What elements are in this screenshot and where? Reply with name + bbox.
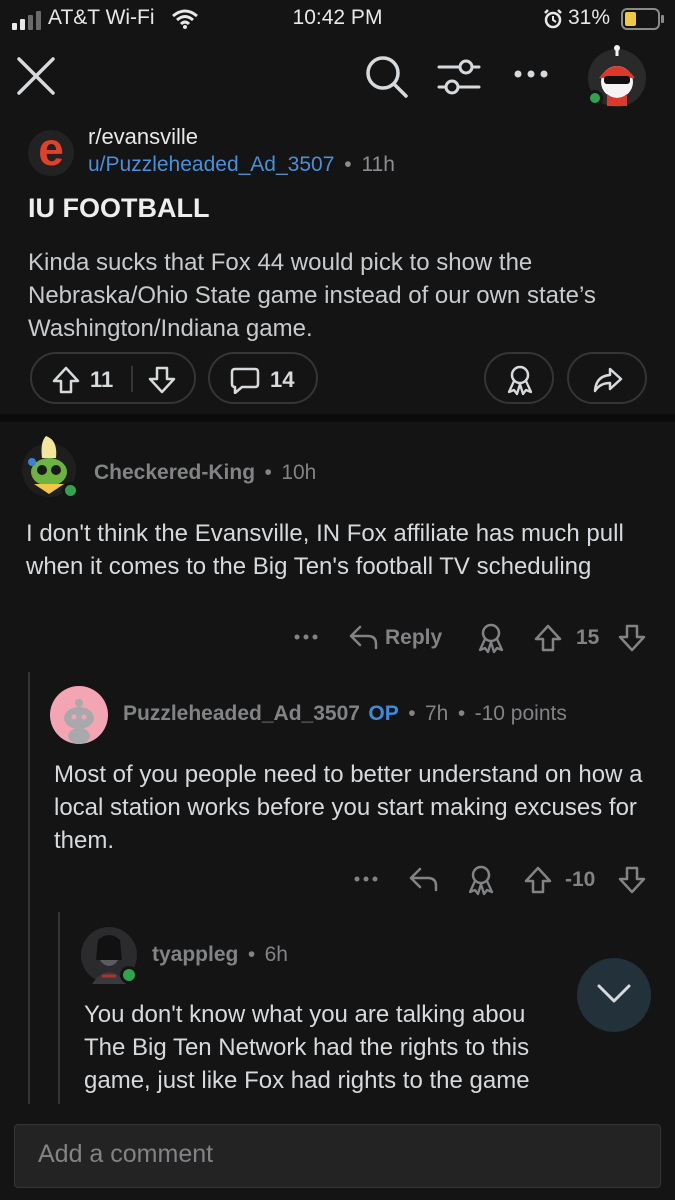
meta-separator: • <box>408 702 416 725</box>
post-score: 11 <box>90 367 114 392</box>
post-divider <box>0 414 675 422</box>
vote-divider <box>131 366 133 392</box>
comment-count: 14 <box>270 367 295 392</box>
more-icon <box>514 70 548 78</box>
comment-actions: -10 <box>352 862 652 900</box>
alarm-icon <box>544 9 562 29</box>
comment-bubble-icon <box>230 367 260 394</box>
award-button[interactable] <box>484 352 554 404</box>
comment-score: 15 <box>576 626 600 649</box>
downvote-icon[interactable] <box>618 866 646 894</box>
post-body: Kinda sucks that Fox 44 would pick to sh… <box>28 249 596 342</box>
award-icon <box>507 365 533 396</box>
comment-author[interactable]: Checkered-King <box>94 461 255 484</box>
comment-header: Puzzleheaded_Ad_3507 OP • 7h • -10 point… <box>123 702 567 726</box>
op-badge: OP <box>368 702 399 725</box>
post-title: IU FOOTBALL <box>28 193 210 223</box>
search-button[interactable] <box>362 52 410 100</box>
online-indicator <box>587 90 603 106</box>
award-icon[interactable] <box>476 622 506 654</box>
comment-score: -10 <box>565 868 596 891</box>
post-author[interactable]: u/Puzzleheaded_Ad_3507 <box>88 153 334 176</box>
commenter-avatar[interactable] <box>50 686 108 744</box>
meta-separator: • <box>457 702 466 725</box>
subreddit-name[interactable]: r/evansville <box>88 124 198 150</box>
comment-body: Most of you people need to better unders… <box>54 761 643 854</box>
commenter-avatar[interactable] <box>20 434 79 500</box>
comment-age: 10h <box>281 461 317 484</box>
vote-pill: 11 <box>30 352 196 404</box>
sliders-icon <box>437 59 481 95</box>
downvote-icon[interactable] <box>148 366 176 394</box>
battery-icon <box>621 8 664 30</box>
comment-header: tyappleg • 6h <box>152 943 288 967</box>
comment-age: 7h <box>425 702 449 725</box>
downvote-icon[interactable] <box>618 624 646 652</box>
comment-points: -10 points <box>474 702 567 725</box>
comments-button[interactable]: 14 <box>208 352 318 404</box>
meta-separator: • <box>344 153 352 176</box>
more-icon[interactable] <box>292 630 322 644</box>
comment-body: You don't know what you are talking abou… <box>84 998 654 1104</box>
add-comment-placeholder: Add a comment <box>38 1140 214 1168</box>
profile-avatar-button[interactable] <box>586 44 648 110</box>
more-icon[interactable] <box>352 872 382 886</box>
upvote-icon[interactable] <box>534 624 562 652</box>
thread-line <box>58 912 60 1104</box>
award-icon[interactable] <box>466 864 496 896</box>
comment-header: Checkered-King • 10h <box>94 461 316 485</box>
upvote-icon[interactable] <box>52 366 80 394</box>
comment-author[interactable]: Puzzleheaded_Ad_3507 <box>123 702 360 725</box>
comment-actions: Reply 15 <box>292 620 652 658</box>
reply-button[interactable]: Reply <box>385 626 442 650</box>
reply-icon[interactable] <box>408 866 438 892</box>
commenter-avatar[interactable] <box>80 926 138 988</box>
comment-author[interactable]: tyappleg <box>152 943 238 966</box>
share-icon <box>593 367 623 393</box>
comment-line: The Big Ten Network had the rights to th… <box>84 1034 530 1061</box>
close-icon <box>17 57 55 95</box>
reply-icon[interactable] <box>348 624 378 650</box>
subreddit-icon-letter: e <box>38 123 64 175</box>
battery-percent: 31% <box>568 6 611 29</box>
post-age: 11h <box>361 153 395 176</box>
meta-separator: • <box>264 461 272 484</box>
online-indicator <box>120 966 138 984</box>
scroll-to-next-button[interactable] <box>577 958 651 1032</box>
meta-separator: • <box>247 943 256 966</box>
default-snoo-avatar <box>64 699 94 744</box>
upvote-icon[interactable] <box>524 866 552 894</box>
online-indicator <box>62 482 79 499</box>
more-options-button[interactable] <box>512 64 550 84</box>
share-button[interactable] <box>567 352 647 404</box>
comment-line: game, just like Fox had rights to the ga… <box>84 1067 530 1094</box>
close-button[interactable] <box>14 54 58 98</box>
post-meta: u/Puzzleheaded_Ad_3507 • 11h <box>88 153 395 177</box>
status-bar: AT&T Wi-Fi 10:42 PM 31% <box>0 0 675 40</box>
search-icon <box>366 56 408 98</box>
comment-age: 6h <box>264 943 288 966</box>
top-nav <box>0 40 675 112</box>
comment-body: I don't think the Evansville, IN Fox aff… <box>26 520 624 580</box>
subreddit-icon[interactable]: e <box>28 126 74 176</box>
comment-line: You don't know what you are talking abou <box>84 1001 526 1028</box>
chevron-down-icon <box>597 984 631 1003</box>
thread-line <box>28 672 30 1104</box>
sort-filter-button[interactable] <box>436 54 482 98</box>
